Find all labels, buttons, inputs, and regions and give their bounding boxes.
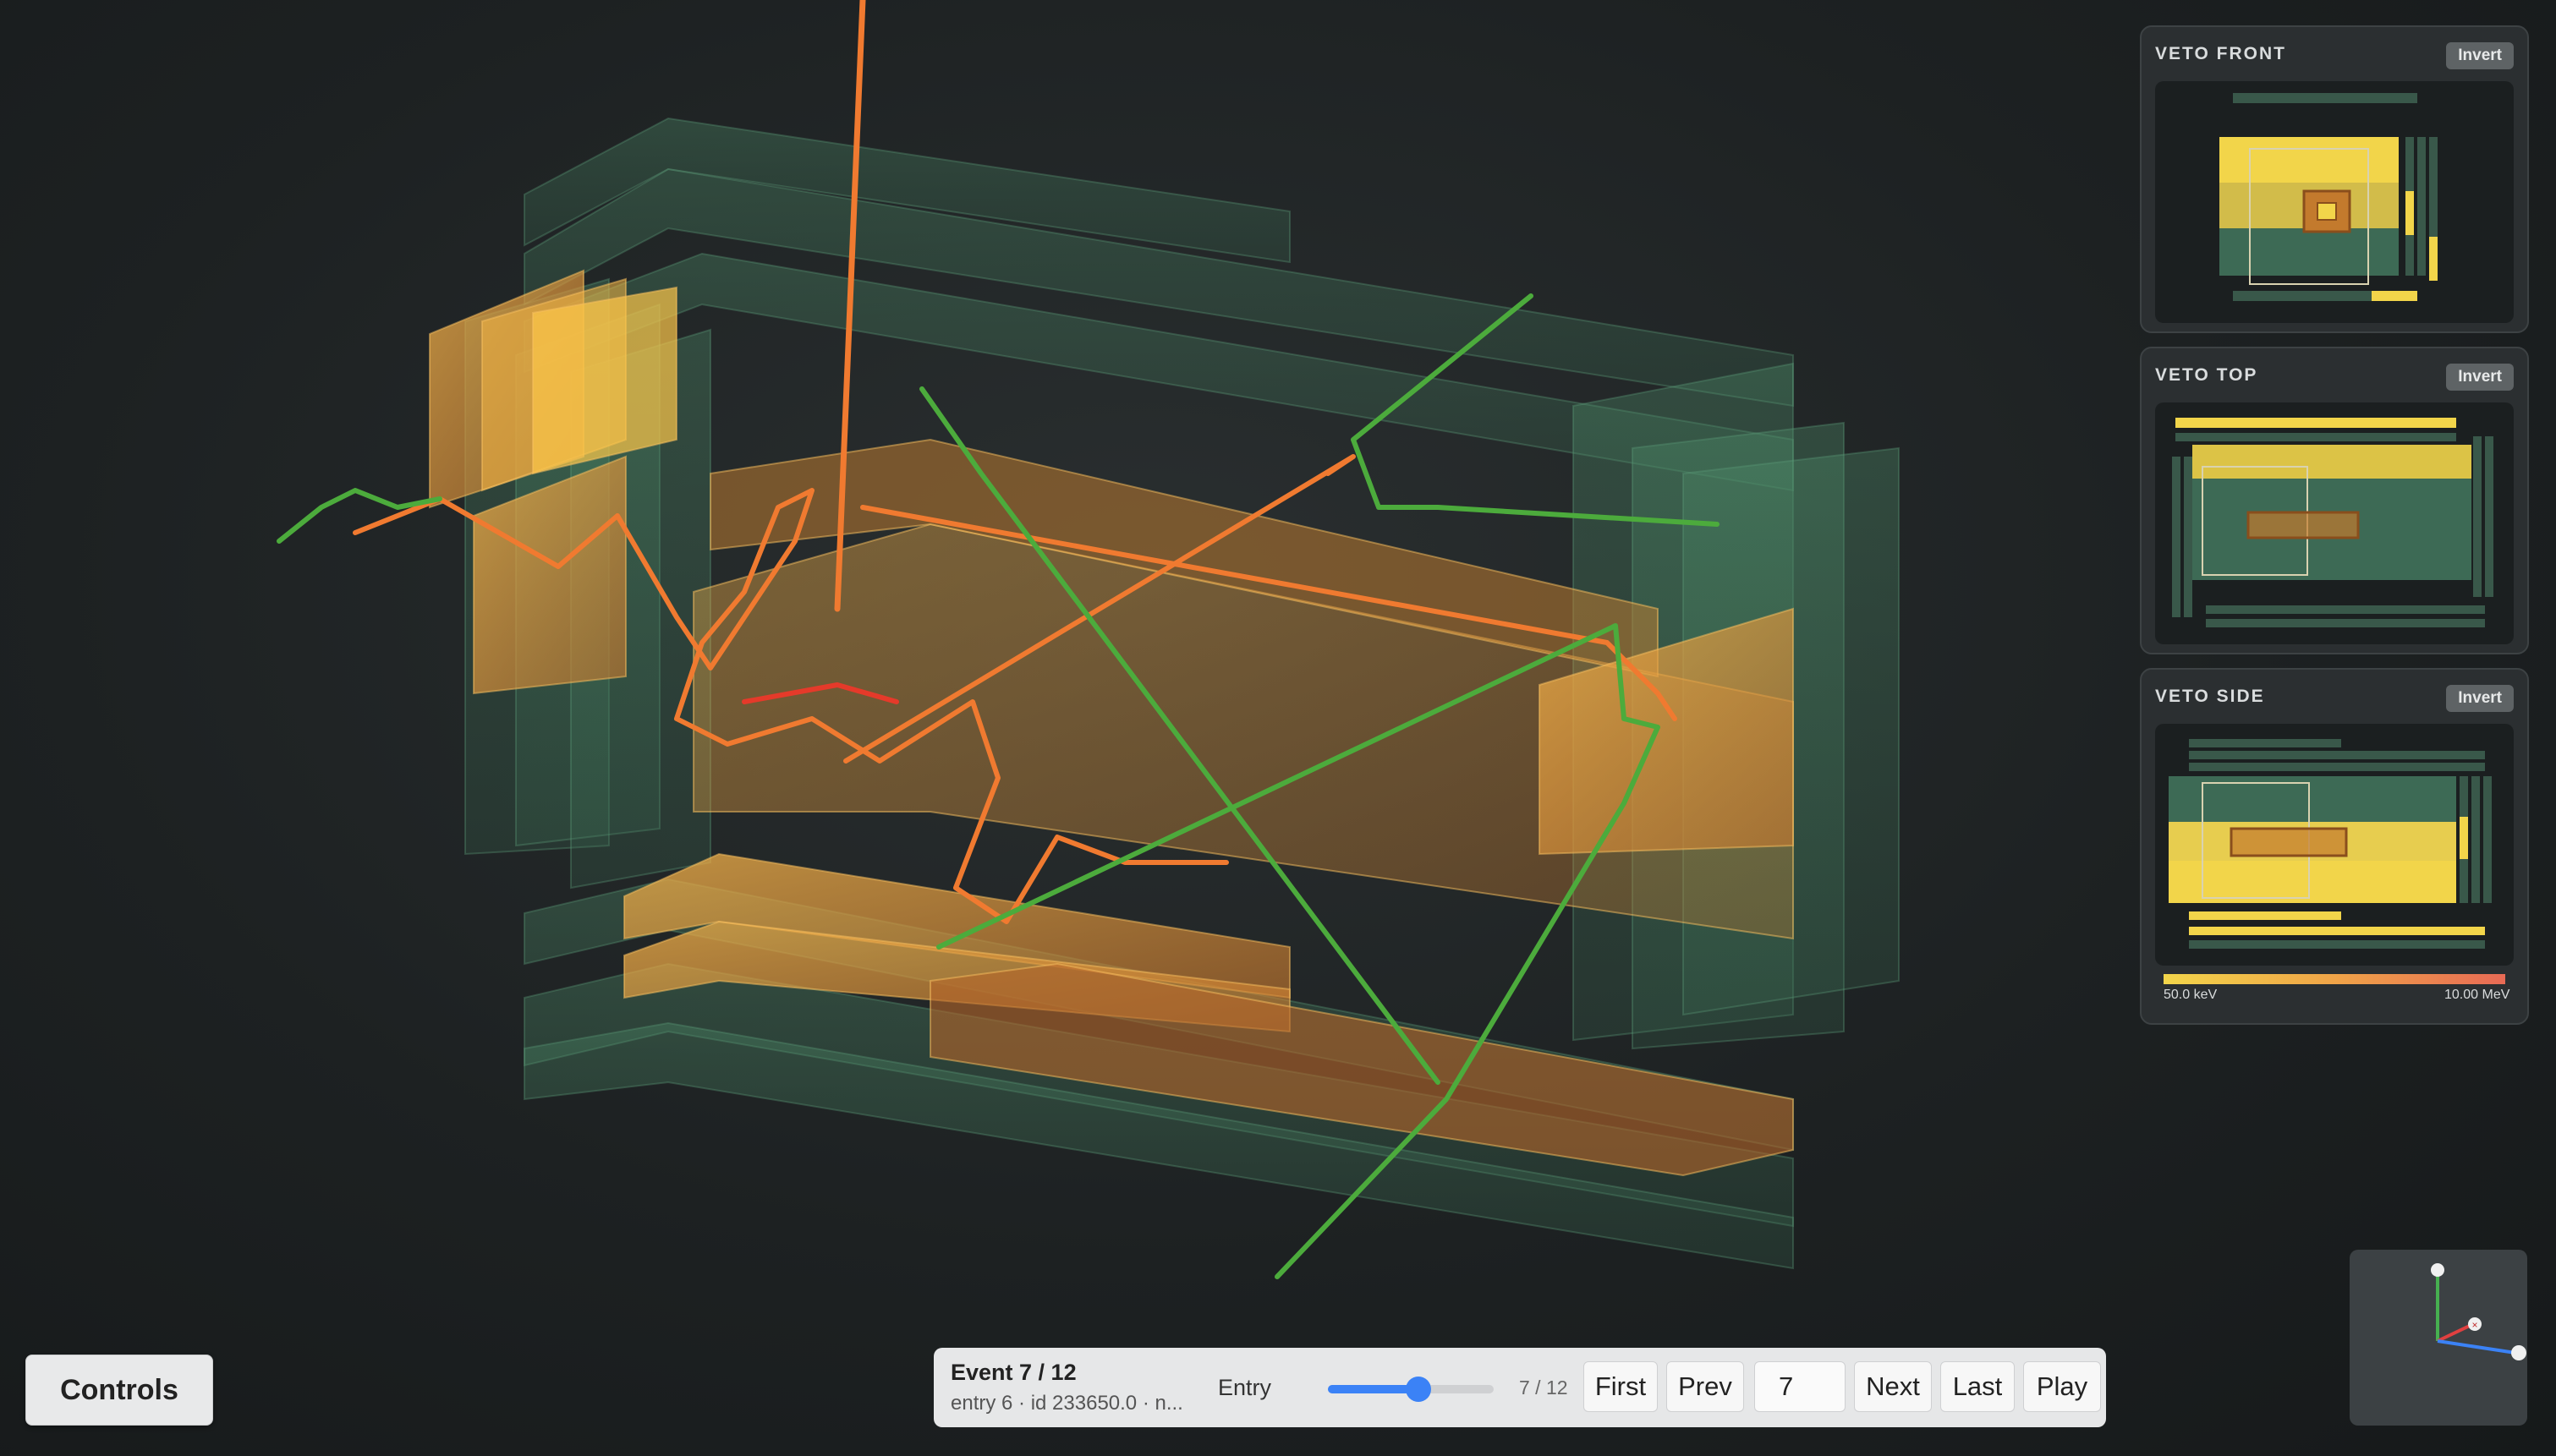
x-axis-icon (2437, 1322, 2474, 1343)
event-navigation-bar: Event 7 / 12 entry 6 · id 233650.0 · n..… (934, 1348, 2106, 1427)
event-number-input[interactable] (1754, 1361, 1846, 1412)
entry-label: Entry (1218, 1375, 1272, 1400)
z-axis-icon (2437, 1339, 2516, 1355)
entry-slider[interactable] (1328, 1377, 1494, 1402)
first-button[interactable]: First (1583, 1361, 1658, 1412)
entry-count: 7 / 12 (1519, 1377, 1568, 1399)
play-button[interactable]: Play (2023, 1361, 2101, 1412)
veto-top-panel: VETO TOP Invert (2140, 347, 2529, 654)
detector-3d-view[interactable] (0, 0, 2131, 1456)
invert-button[interactable]: Invert (2446, 42, 2514, 69)
slider-fill (1328, 1385, 1418, 1393)
panel-title: VETO FRONT (2155, 44, 2286, 63)
last-button[interactable]: Last (1940, 1361, 2015, 1412)
colorbar-min-label: 50.0 keV (2164, 988, 2218, 1002)
next-button[interactable]: Next (1854, 1361, 1932, 1412)
veto-front-panel: VETO FRONT Invert (2140, 25, 2529, 333)
invert-button[interactable]: Invert (2446, 685, 2514, 712)
panel-title: VETO SIDE (2155, 687, 2265, 706)
slider-handle[interactable] (1405, 1377, 1431, 1402)
veto-side-view[interactable] (2155, 724, 2514, 966)
veto-top-view[interactable] (2155, 402, 2514, 644)
prev-button[interactable]: Prev (1666, 1361, 1744, 1412)
veto-front-view[interactable] (2155, 81, 2514, 323)
axes-gizmo[interactable]: × (2350, 1250, 2527, 1426)
veto-side-panel: VETO SIDE Invert (2140, 668, 2529, 1025)
event-title: Event 7 / 12 (951, 1360, 1077, 1385)
svg-text:×: × (2471, 1319, 2477, 1331)
energy-colorbar (2164, 974, 2505, 984)
panel-title: VETO TOP (2155, 365, 2258, 385)
invert-button[interactable]: Invert (2446, 364, 2514, 391)
colorbar-max-label: 10.00 MeV (2444, 988, 2510, 1002)
event-subtitle: entry 6 · id 233650.0 · n... (951, 1392, 1183, 1415)
controls-button[interactable]: Controls (25, 1355, 213, 1426)
